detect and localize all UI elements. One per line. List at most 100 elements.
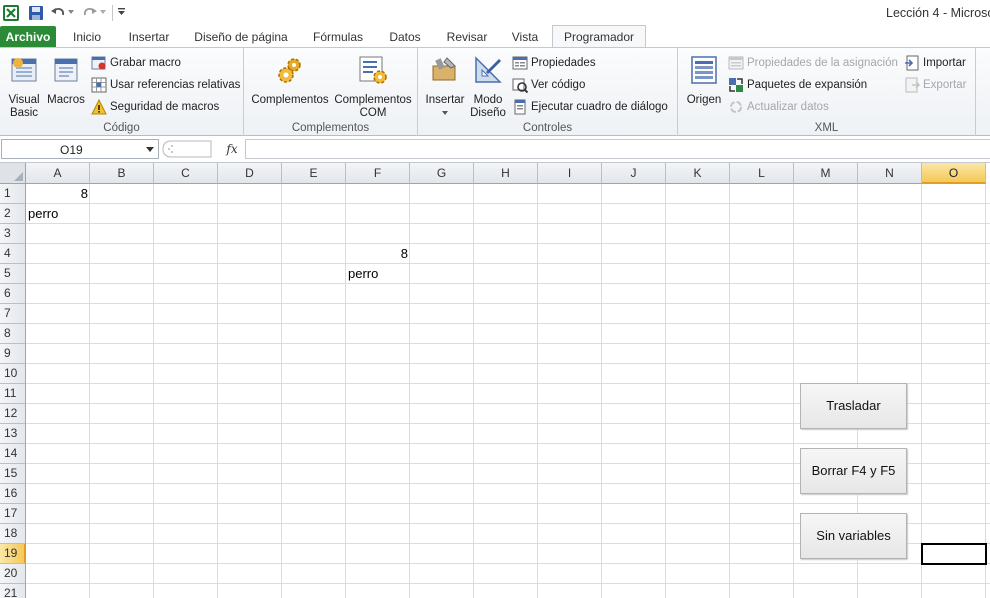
paquetes-expansion-button[interactable]: Paquetes de expansión [728, 76, 867, 94]
cell-f4[interactable]: 8 [348, 244, 408, 264]
undo-icon[interactable] [50, 5, 66, 21]
trasladar-button[interactable]: Trasladar [800, 383, 907, 429]
column-header-c[interactable]: C [154, 163, 218, 184]
row-header-6[interactable]: 6 [0, 284, 26, 304]
tab-formulas[interactable]: Fórmulas [306, 26, 370, 48]
customize-qat-icon[interactable] [117, 7, 126, 17]
macros-button[interactable]: Macros [46, 54, 86, 107]
propiedades-button[interactable]: Propiedades [512, 54, 596, 72]
row-header-2[interactable]: 2 [0, 204, 26, 224]
grabar-macro-label: Grabar macro [110, 57, 181, 69]
column-header-d[interactable]: D [218, 163, 282, 184]
insertar-control-button[interactable]: Insertar [422, 54, 468, 115]
row-header-19[interactable]: 19 [0, 544, 26, 564]
column-header-a[interactable]: A [26, 163, 90, 184]
exportar-button[interactable]: Exportar [904, 76, 966, 94]
row-header-3[interactable]: 3 [0, 224, 26, 244]
row-header-18[interactable]: 18 [0, 524, 26, 544]
gridline-horizontal [26, 363, 990, 364]
tab-diseno-pagina[interactable]: Diseño de página [188, 26, 294, 48]
insert-function-button[interactable]: fx [221, 139, 243, 159]
column-header-b[interactable]: B [90, 163, 154, 184]
borrar-f4-f5-button[interactable]: Borrar F4 y F5 [800, 448, 907, 494]
seguridad-macros-button[interactable]: Seguridad de macros [91, 98, 219, 116]
column-header-l[interactable]: L [730, 163, 794, 184]
column-header-i[interactable]: I [538, 163, 602, 184]
importar-button[interactable]: Importar [904, 54, 966, 72]
gridline-vertical [793, 184, 794, 598]
column-header-h[interactable]: H [474, 163, 538, 184]
complementos-button[interactable]: Complementos [250, 54, 330, 107]
column-header-k[interactable]: K [666, 163, 730, 184]
gridline-vertical [153, 184, 154, 598]
row-header-11[interactable]: 11 [0, 384, 26, 404]
row-header-9[interactable]: 9 [0, 344, 26, 364]
column-header-e[interactable]: E [282, 163, 346, 184]
row-header-5[interactable]: 5 [0, 264, 26, 284]
row-header-21[interactable]: 21 [0, 584, 26, 598]
sin-variables-button[interactable]: Sin variables [800, 513, 907, 559]
title-bar: Lección 4 - Microsoft Excel [0, 0, 990, 26]
row-header-7[interactable]: 7 [0, 304, 26, 324]
row-header-13[interactable]: 13 [0, 424, 26, 444]
gridline-horizontal [26, 243, 990, 244]
tab-inicio[interactable]: Inicio [64, 26, 110, 48]
tab-insertar[interactable]: Insertar [120, 26, 178, 48]
gridline-vertical [345, 184, 346, 598]
macros-icon [54, 58, 78, 82]
row-header-16[interactable]: 16 [0, 484, 26, 504]
redo-dropdown-icon[interactable] [100, 10, 106, 15]
undo-dropdown-icon[interactable] [68, 10, 74, 15]
row-header-14[interactable]: 14 [0, 444, 26, 464]
row-header-20[interactable]: 20 [0, 564, 26, 584]
modo-diseno-label: Modo Diseño [470, 94, 506, 119]
usar-referencias-button[interactable]: Usar referencias relativas [91, 76, 240, 94]
row-header-4[interactable]: 4 [0, 244, 26, 264]
row-header-15[interactable]: 15 [0, 464, 26, 484]
row-header-10[interactable]: 10 [0, 364, 26, 384]
actualizar-datos-button[interactable]: Actualizar datos [728, 98, 829, 116]
visual-basic-button[interactable]: Visual Basic [4, 54, 44, 120]
column-header-n[interactable]: N [858, 163, 922, 184]
modo-diseno-button[interactable]: Modo Diseño [468, 54, 508, 120]
tab-revisar[interactable]: Revisar [440, 26, 494, 48]
column-header-m[interactable]: M [794, 163, 858, 184]
redo-icon[interactable] [82, 5, 98, 21]
complementos-com-button[interactable]: Complementos COM [332, 54, 414, 120]
cell-a2[interactable]: perro [28, 204, 88, 224]
tab-vista[interactable]: Vista [504, 26, 546, 48]
origen-button[interactable]: Origen [682, 54, 726, 107]
grabar-macro-button[interactable]: Grabar macro [91, 54, 181, 72]
active-cell-outline[interactable] [921, 543, 987, 565]
propiedades-asignacion-button[interactable]: Propiedades de la asignación [728, 54, 898, 72]
formula-bar-expander-icon[interactable] [162, 140, 212, 158]
ver-codigo-button[interactable]: Ver código [512, 76, 585, 94]
name-box-dropdown-icon[interactable] [146, 147, 154, 152]
column-header-j[interactable]: J [602, 163, 666, 184]
tab-datos[interactable]: Datos [382, 26, 428, 48]
column-header-o[interactable]: O [922, 163, 986, 184]
save-icon[interactable] [28, 5, 44, 21]
column-header-g[interactable]: G [410, 163, 474, 184]
cell-a1[interactable]: 8 [28, 184, 88, 204]
cell-f5[interactable]: perro [348, 264, 408, 284]
exportar-label: Exportar [923, 79, 967, 91]
row-header-12[interactable]: 12 [0, 404, 26, 424]
excel-logo-icon[interactable] [2, 4, 20, 22]
usar-referencias-label: Usar referencias relativas [110, 79, 241, 91]
tab-archivo[interactable]: Archivo [0, 26, 56, 48]
select-all-corner[interactable] [0, 163, 26, 184]
ejecutar-cuadro-button[interactable]: Ejecutar cuadro de diálogo [512, 98, 668, 116]
gridline-vertical [281, 184, 282, 598]
com-addins-icon [359, 56, 387, 84]
formula-input[interactable] [245, 139, 990, 159]
tab-programador[interactable]: Programador [552, 25, 646, 49]
column-header-f[interactable]: F [346, 163, 410, 184]
name-box[interactable]: O19 [1, 139, 159, 159]
gridline-vertical [601, 184, 602, 598]
row-header-1[interactable]: 1 [0, 184, 26, 204]
row-header-8[interactable]: 8 [0, 324, 26, 344]
row-header-17[interactable]: 17 [0, 504, 26, 524]
gridline-horizontal [26, 263, 990, 264]
properties-icon [512, 56, 528, 70]
